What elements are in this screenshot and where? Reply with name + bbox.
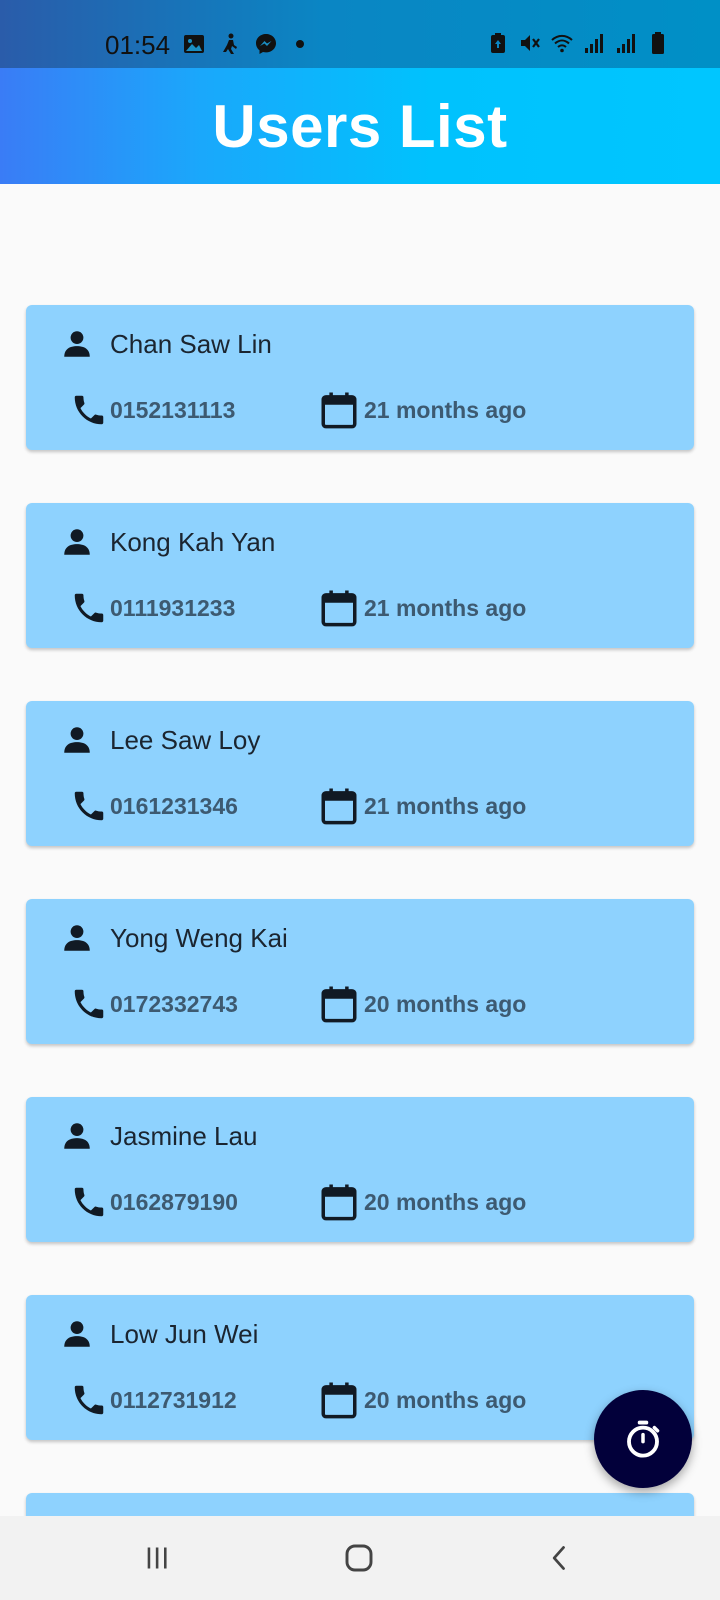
person-icon bbox=[64, 529, 90, 555]
page-title: Users List bbox=[212, 92, 508, 160]
calendar-icon bbox=[321, 788, 357, 825]
user-registered: 20 months ago bbox=[364, 1189, 527, 1215]
status-notification-icons bbox=[182, 32, 304, 56]
phone-icon bbox=[74, 1187, 104, 1217]
status-bar: 01:54 bbox=[0, 0, 720, 68]
user-name: Low Jun Wei bbox=[110, 1319, 259, 1349]
recents-button[interactable] bbox=[137, 1538, 177, 1578]
back-button[interactable] bbox=[540, 1538, 580, 1578]
app-screen: 01:54 Users List Chan Saw Lin 0152131113… bbox=[0, 0, 720, 1600]
user-phone: 0111931233 bbox=[110, 595, 236, 621]
app-bar: Users List bbox=[0, 68, 720, 184]
user-card[interactable]: Chan Saw Lin 0152131113 21 months ago bbox=[26, 305, 694, 450]
user-name: Lee Saw Loy bbox=[110, 725, 261, 755]
signal-icon bbox=[617, 34, 635, 53]
messenger-icon bbox=[256, 34, 276, 54]
user-phone: 0161231346 bbox=[110, 793, 238, 819]
timer-fab-button[interactable] bbox=[594, 1390, 692, 1488]
status-system-icons bbox=[486, 31, 670, 55]
user-card[interactable]: Yong Weng Kai 0172332743 20 months ago bbox=[26, 899, 694, 1044]
phone-icon bbox=[74, 395, 104, 425]
user-card[interactable]: Lee Saw Loy 0161231346 21 months ago bbox=[26, 701, 694, 846]
user-name: Jasmine Lau bbox=[110, 1121, 258, 1151]
user-registered: 21 months ago bbox=[364, 793, 527, 819]
phone-icon bbox=[74, 791, 104, 821]
calendar-icon bbox=[321, 590, 357, 627]
user-name: Yong Weng Kai bbox=[110, 923, 288, 953]
user-phone: 0172332743 bbox=[110, 991, 238, 1017]
user-phone: 0152131113 bbox=[110, 397, 236, 423]
calendar-icon bbox=[321, 1184, 357, 1221]
calendar-icon bbox=[321, 1382, 357, 1419]
user-card-partial[interactable] bbox=[26, 1493, 694, 1516]
wifi-icon bbox=[551, 34, 573, 53]
user-card[interactable]: Jasmine Lau 0162879190 20 months ago bbox=[26, 1097, 694, 1242]
user-list[interactable]: Chan Saw Lin 0152131113 21 months ago Ko… bbox=[0, 184, 720, 1516]
battery-icon bbox=[652, 32, 664, 54]
mute-icon bbox=[521, 35, 540, 51]
phone-icon bbox=[74, 1385, 104, 1415]
person-icon bbox=[64, 925, 90, 951]
phone-icon bbox=[74, 593, 104, 623]
timer-icon bbox=[627, 1420, 660, 1458]
person-icon bbox=[64, 1123, 90, 1149]
walking-person-icon bbox=[223, 33, 237, 54]
user-registered: 21 months ago bbox=[364, 595, 527, 621]
person-icon bbox=[64, 1321, 90, 1347]
calendar-icon bbox=[321, 986, 357, 1023]
person-icon bbox=[64, 727, 90, 753]
user-phone: 0162879190 bbox=[110, 1189, 238, 1215]
user-registered: 21 months ago bbox=[364, 397, 527, 423]
recents-icon bbox=[147, 1547, 167, 1569]
user-registered: 20 months ago bbox=[364, 991, 527, 1017]
user-name: Chan Saw Lin bbox=[110, 329, 272, 359]
user-phone: 0112731912 bbox=[110, 1387, 237, 1413]
battery-saver-icon bbox=[491, 33, 505, 53]
phone-icon bbox=[74, 989, 104, 1019]
user-name: Kong Kah Yan bbox=[110, 527, 276, 557]
person-icon bbox=[64, 331, 90, 357]
user-card[interactable]: Low Jun Wei 0112731912 20 months ago bbox=[26, 1295, 694, 1440]
user-card[interactable]: Kong Kah Yan 0111931233 21 months ago bbox=[26, 503, 694, 648]
status-time: 01:54 bbox=[105, 30, 171, 60]
notification-dot bbox=[296, 40, 304, 48]
user-registered: 20 months ago bbox=[364, 1387, 527, 1413]
calendar-icon bbox=[321, 392, 357, 429]
signal-icon bbox=[585, 34, 603, 53]
back-icon bbox=[552, 1546, 565, 1570]
system-nav-bar bbox=[0, 1516, 720, 1600]
home-button[interactable] bbox=[339, 1538, 379, 1578]
home-icon bbox=[345, 1544, 373, 1572]
image-icon bbox=[184, 35, 204, 53]
